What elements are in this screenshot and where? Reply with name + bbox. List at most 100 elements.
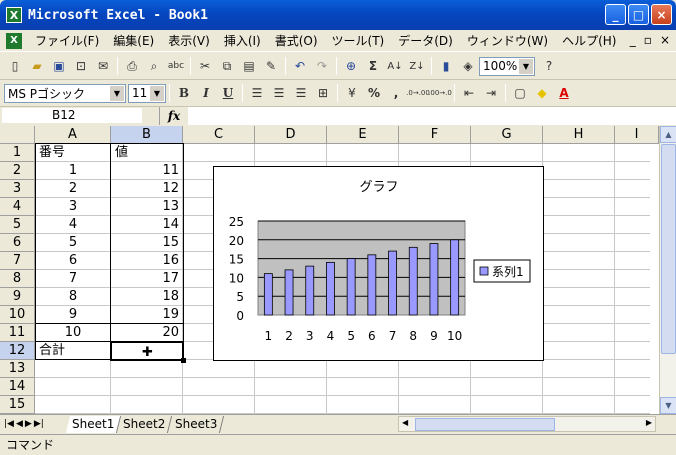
vertical-scrollbar[interactable]: ▲ ▼ — [659, 126, 676, 414]
doc-restore-button[interactable]: ▫ — [644, 33, 652, 47]
font-color-icon[interactable]: A — [554, 83, 574, 103]
sort-descending-icon[interactable]: Z↓ — [407, 56, 427, 76]
cell-b11[interactable]: 20 — [112, 324, 182, 342]
menu-insert[interactable]: 挿入(I) — [217, 32, 268, 49]
currency-button[interactable]: ¥ — [342, 83, 362, 103]
paste-icon[interactable]: ▤ — [239, 56, 259, 76]
increase-indent-icon[interactable]: ⇥ — [481, 83, 501, 103]
cell-b6[interactable]: 15 — [112, 234, 182, 252]
formula-input[interactable] — [188, 106, 676, 125]
column-header-e[interactable]: E — [327, 126, 399, 144]
undo-icon[interactable]: ↶ — [290, 56, 310, 76]
column-header-a[interactable]: A — [35, 126, 111, 144]
row-header-4[interactable]: 4 — [0, 198, 35, 216]
cell-b3[interactable]: 12 — [112, 180, 182, 198]
cell-a8[interactable]: 7 — [36, 270, 110, 288]
menu-format[interactable]: 書式(O) — [268, 32, 325, 49]
print-icon[interactable]: ⎙ — [122, 56, 142, 76]
workbook-icon[interactable]: X — [6, 32, 22, 49]
cell-a12[interactable]: 合計 — [36, 342, 110, 360]
autosum-icon[interactable]: Σ — [363, 56, 383, 76]
row-header-14[interactable]: 14 — [0, 378, 35, 396]
cell-b10[interactable]: 19 — [112, 306, 182, 324]
doc-minimize-button[interactable]: _ — [630, 33, 636, 47]
last-sheet-icon[interactable]: ▶| — [34, 419, 44, 429]
cell-b1[interactable]: 値 — [112, 144, 182, 162]
chart-wizard-icon[interactable]: ▮ — [436, 56, 456, 76]
column-header-d[interactable]: D — [255, 126, 327, 144]
function-icon[interactable]: fx — [160, 106, 188, 125]
merge-center-icon[interactable]: ⊞ — [313, 83, 333, 103]
scroll-up-icon[interactable]: ▲ — [660, 126, 676, 143]
spelling-icon[interactable]: abc — [166, 56, 186, 76]
increase-decimal-button[interactable]: .0→.00 — [406, 83, 430, 103]
zoom-select[interactable]: 100% ▼ — [479, 56, 535, 76]
borders-icon[interactable]: ▢ — [510, 83, 530, 103]
row-header-15[interactable]: 15 — [0, 396, 35, 414]
maximize-button[interactable]: □ — [628, 4, 649, 25]
chart-object[interactable]: グラフ 0 5 10 15 20 25 1 2 3 4 5 6 7 8 9 10 系列1 — [213, 166, 544, 361]
format-painter-icon[interactable]: ✎ — [261, 56, 281, 76]
cell-a3[interactable]: 2 — [36, 180, 110, 198]
hyperlink-icon[interactable]: ⊕ — [341, 56, 361, 76]
cell-b5[interactable]: 14 — [112, 216, 182, 234]
column-header-f[interactable]: F — [399, 126, 471, 144]
italic-button[interactable]: I — [196, 83, 216, 103]
cell-a9[interactable]: 8 — [36, 288, 110, 306]
align-right-icon[interactable]: ☰ — [291, 83, 311, 103]
doc-close-button[interactable]: × — [660, 33, 670, 47]
cell-a6[interactable]: 5 — [36, 234, 110, 252]
cell-b8[interactable]: 17 — [112, 270, 182, 288]
column-header-g[interactable]: G — [471, 126, 543, 144]
cell-a1[interactable]: 番号 — [36, 144, 110, 162]
name-box[interactable]: B12 — [0, 106, 160, 125]
cell-a2[interactable]: 1 — [36, 162, 110, 180]
copy-icon[interactable]: ⧉ — [217, 56, 237, 76]
cell-b4[interactable]: 13 — [112, 198, 182, 216]
next-sheet-icon[interactable]: ▶ — [25, 419, 32, 429]
menu-window[interactable]: ウィンドウ(W) — [460, 32, 555, 49]
cell-a10[interactable]: 9 — [36, 306, 110, 324]
open-icon[interactable]: ▰ — [27, 56, 47, 76]
row-header-11[interactable]: 11 — [0, 324, 35, 342]
row-header-13[interactable]: 13 — [0, 360, 35, 378]
menu-file[interactable]: ファイル(F) — [28, 32, 106, 49]
drawing-icon[interactable]: ◈ — [458, 56, 478, 76]
first-sheet-icon[interactable]: |◀ — [4, 419, 14, 429]
row-header-1[interactable]: 1 — [0, 144, 35, 162]
row-header-9[interactable]: 9 — [0, 288, 35, 306]
cell-b7[interactable]: 16 — [112, 252, 182, 270]
cell-a4[interactable]: 3 — [36, 198, 110, 216]
row-header-10[interactable]: 10 — [0, 306, 35, 324]
vertical-scroll-thumb[interactable] — [661, 144, 676, 354]
new-icon[interactable]: ▯ — [5, 56, 25, 76]
cell-a5[interactable]: 4 — [36, 216, 110, 234]
align-left-icon[interactable]: ☰ — [247, 83, 267, 103]
permission-icon[interactable]: ⊡ — [71, 56, 91, 76]
column-header-b[interactable]: B — [111, 126, 183, 144]
horizontal-scroll-thumb[interactable] — [415, 418, 555, 431]
select-all-corner[interactable] — [0, 126, 35, 144]
font-select[interactable]: MS Pゴシック ▼ — [4, 83, 126, 103]
scroll-down-icon[interactable]: ▼ — [660, 397, 676, 414]
sort-ascending-icon[interactable]: A↓ — [385, 56, 405, 76]
scroll-left-icon[interactable]: ◀ — [402, 418, 408, 427]
row-header-7[interactable]: 7 — [0, 252, 35, 270]
cell-b2[interactable]: 11 — [112, 162, 182, 180]
horizontal-scrollbar[interactable]: ◀ ▶ — [398, 416, 656, 432]
tab-sheet2[interactable]: Sheet2 — [117, 415, 173, 433]
print-preview-icon[interactable]: ⌕ — [144, 56, 164, 76]
row-header-12[interactable]: 12 — [0, 342, 35, 360]
underline-button[interactable]: U — [218, 83, 238, 103]
menu-view[interactable]: 表示(V) — [161, 32, 217, 49]
column-header-i[interactable]: I — [615, 126, 659, 144]
scroll-right-icon[interactable]: ▶ — [646, 418, 652, 427]
tab-sheet3[interactable]: Sheet3 — [168, 415, 225, 433]
cell-a7[interactable]: 6 — [36, 252, 110, 270]
prev-sheet-icon[interactable]: ◀ — [16, 419, 23, 429]
menu-edit[interactable]: 編集(E) — [106, 32, 161, 49]
help-icon[interactable]: ? — [539, 56, 559, 76]
row-header-5[interactable]: 5 — [0, 216, 35, 234]
align-center-icon[interactable]: ☰ — [269, 83, 289, 103]
cell-b9[interactable]: 18 — [112, 288, 182, 306]
